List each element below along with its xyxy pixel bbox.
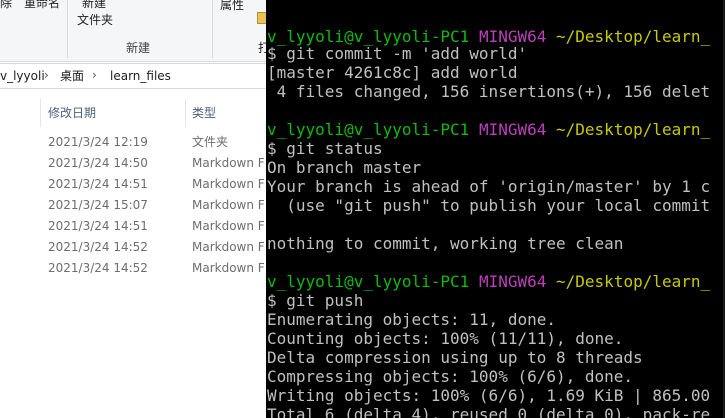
terminal-command-line: $ git status: [267, 139, 383, 158]
column-header-row: 修改日期 类型: [0, 99, 266, 127]
file-row[interactable]: 2021/3/24 14:52 Markdown F: [0, 258, 266, 279]
terminal-prompt-line: v_lyyoli@v_lyyoli-PC1 MINGW64 ~/Desktop/…: [267, 120, 710, 139]
terminal-command-line: $ git commit -m 'add world': [267, 44, 528, 63]
breadcrumb-separator-icon[interactable]: ›: [44, 67, 49, 83]
terminal-output-line: Delta compression using up to 8 threads: [267, 348, 643, 367]
breadcrumb-desktop[interactable]: 桌面: [60, 69, 84, 83]
file-row[interactable]: 2021/3/24 14:51 Markdown F: [0, 216, 266, 237]
breadcrumb-user[interactable]: v_lyyoli: [0, 69, 45, 83]
file-type: Markdown F: [192, 240, 265, 254]
file-type: Markdown F: [192, 261, 265, 275]
file-explorer-window: 除 重命名 新建 文件夹 新建 属性 打 v_lyyoli › 桌面 › lea…: [0, 0, 266, 418]
file-date: 2021/3/24 14:52: [48, 261, 148, 275]
file-row[interactable]: 2021/3/24 12:19 文件夹: [0, 132, 266, 153]
file-type: 文件夹: [192, 135, 229, 149]
breadcrumb-folder[interactable]: learn_files: [110, 69, 171, 83]
ribbon-toolbar: 除 重命名 新建 文件夹 新建 属性 打: [0, 0, 266, 62]
terminal-output-line: nothing to commit, working tree clean: [267, 234, 624, 253]
terminal-output-line: Compressing objects: 100% (6/6), done.: [267, 367, 634, 386]
column-header-type[interactable]: 类型: [192, 106, 216, 120]
terminal-output-line: On branch master: [267, 158, 422, 177]
terminal-output-line: Counting objects: 100% (11/11), done.: [267, 329, 624, 348]
prompt-user-host: v_lyyoli@v_lyyoli-PC1: [267, 272, 470, 291]
ribbon-divider: [67, 0, 68, 58]
open-group-label: 打: [258, 41, 266, 55]
column-divider[interactable]: [185, 99, 186, 127]
file-row[interactable]: 2021/3/24 14:50 Markdown F: [0, 153, 266, 174]
column-header-date[interactable]: 修改日期: [48, 106, 96, 120]
terminal-output-line: 4 files changed, 156 insertions(+), 156 …: [267, 82, 711, 101]
file-type: Markdown F: [192, 177, 265, 191]
file-date: 2021/3/24 14:51: [48, 177, 148, 191]
prompt-path: ~/Desktop/learn_: [556, 272, 711, 291]
file-date: 2021/3/24 14:50: [48, 156, 148, 170]
terminal-prompt-line: v_lyyoli@v_lyyoli-PC1 MINGW64 ~/Desktop/…: [267, 272, 710, 291]
terminal-window[interactable]: v_lyyoli@v_lyyoli-PC1 MINGW64 ~/Desktop/…: [266, 0, 725, 418]
new-item-button[interactable]: 新建: [82, 0, 106, 10]
open-icon[interactable]: [257, 12, 266, 24]
prompt-path: ~/Desktop/learn_: [556, 120, 711, 139]
rename-button[interactable]: 重命名: [24, 0, 60, 10]
file-row[interactable]: 2021/3/24 14:52 Markdown F: [0, 237, 266, 258]
ribbon-divider: [212, 0, 213, 58]
new-folder-button[interactable]: 文件夹: [77, 13, 113, 27]
file-row[interactable]: 2021/3/24 15:07 Markdown F: [0, 195, 266, 216]
ribbon-group-new-label: 新建: [126, 41, 151, 55]
properties-button[interactable]: 属性: [220, 0, 244, 12]
prompt-user-host: v_lyyoli@v_lyyoli-PC1: [267, 120, 470, 139]
file-type: Markdown F: [192, 198, 265, 212]
delete-button[interactable]: 除: [0, 0, 12, 10]
terminal-output-line: Total 6 (delta 4), reused 0 (delta 0), p…: [267, 405, 711, 418]
terminal-output-line: [master 4261c8c] add world: [267, 63, 518, 82]
file-type: Markdown F: [192, 156, 265, 170]
file-date: 2021/3/24 14:51: [48, 219, 148, 233]
terminal-output-line: Your branch is ahead of 'origin/master' …: [267, 177, 711, 196]
prompt-env: MINGW64: [478, 272, 547, 291]
prompt-env: MINGW64: [478, 120, 547, 139]
address-bar[interactable]: v_lyyoli › 桌面 › learn_files: [0, 63, 266, 89]
column-divider[interactable]: [40, 99, 41, 127]
file-type: Markdown F: [192, 219, 265, 233]
terminal-command-line: $ git push: [267, 291, 364, 310]
terminal-output-line: (use "git push" to publish your local co…: [267, 196, 711, 215]
file-date: 2021/3/24 12:19: [48, 135, 148, 149]
file-row[interactable]: 2021/3/24 14:51 Markdown F: [0, 174, 266, 195]
terminal-output-line: Enumerating objects: 11, done.: [267, 310, 556, 329]
prompt-path: ~/Desktop/learn_: [556, 27, 711, 46]
terminal-output-line: Writing objects: 100% (6/6), 1.69 KiB | …: [267, 386, 711, 405]
file-date: 2021/3/24 15:07: [48, 198, 148, 212]
breadcrumb-separator-icon[interactable]: ›: [92, 67, 97, 83]
file-date: 2021/3/24 14:52: [48, 240, 148, 254]
